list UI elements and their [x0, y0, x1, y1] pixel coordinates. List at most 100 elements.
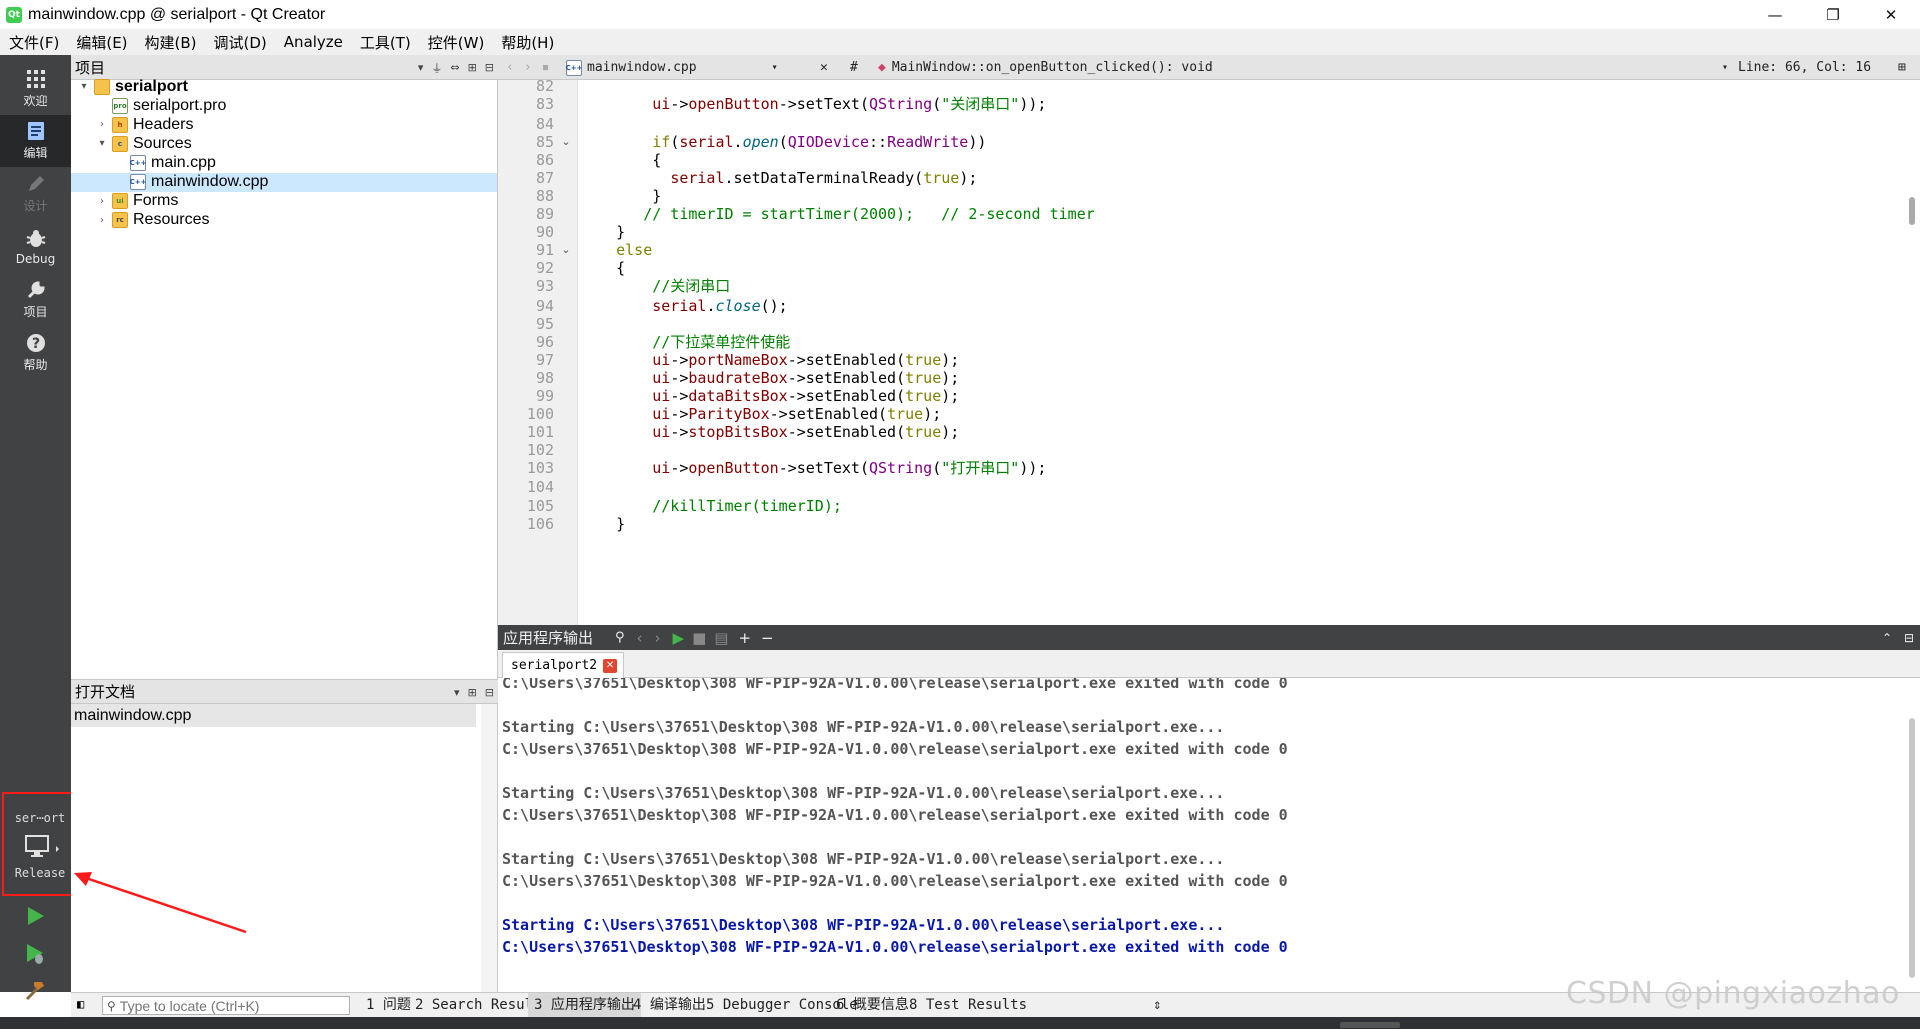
zoom-out-icon[interactable]: −: [761, 629, 774, 647]
tree-item-label: serialport: [115, 77, 188, 95]
dropdown-arrow-icon[interactable]: ▾: [454, 686, 460, 699]
menu-analyze[interactable]: Analyze: [275, 33, 351, 51]
folder-icon: ui: [112, 193, 128, 210]
tree-item[interactable]: › h Headers: [71, 115, 497, 134]
close-file-icon[interactable]: ✕: [820, 55, 828, 80]
code-text: }: [580, 513, 625, 535]
mode-label: 项目: [23, 305, 48, 319]
grid-icon: [26, 70, 45, 88]
menu-build[interactable]: 构建(B): [136, 32, 205, 53]
code-token: openButton: [688, 95, 779, 113]
mode-design[interactable]: 设计: [0, 168, 71, 220]
mode-help[interactable]: ? 帮助: [0, 327, 71, 379]
dropdown-arrow-icon[interactable]: ▾: [418, 61, 424, 74]
tree-item[interactable]: pro serialport.pro: [71, 96, 497, 115]
close-pane-icon[interactable]: ⊟: [1904, 631, 1914, 645]
code-token: ->setText(: [778, 459, 869, 477]
tree-item[interactable]: ▾ c Sources: [71, 134, 497, 153]
code-text: //关闭串口: [580, 275, 730, 297]
menu-edit[interactable]: 编辑(E): [67, 32, 135, 53]
back-arrow-icon[interactable]: ‹: [637, 629, 643, 647]
minimize-button[interactable]: —: [1746, 0, 1804, 29]
monitor-icon: [25, 835, 59, 857]
application-output[interactable]: C:\Users\37651\Desktop\308 WF-PIP-92A-V1…: [498, 678, 1920, 992]
qt-logo-icon: Qt: [6, 6, 22, 23]
scrollbar-thumb[interactable]: [1909, 197, 1915, 225]
expand-arrow-icon[interactable]: ▾: [95, 138, 109, 149]
mode-edit[interactable]: 编辑: [0, 115, 71, 167]
code-token: (: [932, 459, 942, 477]
forward-arrow-icon[interactable]: ›: [524, 60, 532, 75]
tree-item[interactable]: › ui Forms: [71, 192, 497, 211]
close-pane-icon[interactable]: ⊟: [485, 61, 494, 74]
tree-item-label: Resources: [133, 211, 210, 229]
scrollbar-thumb[interactable]: [1909, 718, 1915, 978]
mode-debug[interactable]: Debug: [0, 221, 71, 273]
forward-arrow-icon[interactable]: ›: [655, 629, 661, 647]
code-token: openButton: [688, 459, 779, 477]
filter-icon[interactable]: ⏚: [431, 60, 442, 76]
clear-icon[interactable]: ▤: [714, 629, 728, 647]
locator-input[interactable]: [119, 997, 340, 1014]
code-token: //关闭串口: [580, 277, 731, 295]
watermark: CSDN @pingxiaozhao: [1566, 976, 1900, 1011]
mode-projects[interactable]: 项目: [0, 274, 71, 326]
close-button[interactable]: ✕: [1862, 0, 1920, 29]
output-pane-button[interactable]: 8 Test Results: [903, 993, 1033, 1018]
stop-icon[interactable]: ■: [692, 629, 706, 647]
code-token: ui: [652, 459, 671, 477]
menu-file[interactable]: 文件(F): [0, 32, 67, 53]
build-button[interactable]: [18, 974, 52, 1006]
menu-debug[interactable]: 调试(D): [205, 32, 275, 53]
menu-help[interactable]: 帮助(H): [492, 32, 562, 53]
folder-icon: c: [112, 135, 128, 152]
back-arrow-icon[interactable]: ‹: [506, 60, 514, 75]
split-icon[interactable]: ⊞: [468, 61, 477, 74]
output-tab[interactable]: serialport2 ✕: [502, 652, 625, 678]
dropdown-arrow-icon[interactable]: ▾: [1722, 55, 1728, 80]
kit-selector[interactable]: ser⋯ort Release: [2, 792, 78, 896]
tree-item-label: Forms: [133, 192, 179, 210]
file-selector[interactable]: C++ mainwindow.cpp ▾: [566, 55, 778, 80]
split-icon[interactable]: ⊞: [1898, 55, 1906, 80]
code-editor[interactable]: 82 83 ui->openButton->setText(QString("关闭…: [498, 80, 1920, 625]
run-button[interactable]: [18, 900, 52, 932]
mode-welcome[interactable]: 欢迎: [0, 63, 71, 115]
symbol-selector[interactable]: ◆ MainWindow::on_openButton_clicked(): v…: [878, 55, 1213, 80]
tree-item[interactable]: C++ mainwindow.cpp: [71, 172, 497, 192]
expand-arrow-icon[interactable]: ›: [95, 196, 109, 207]
code-token: (: [932, 95, 942, 113]
debug-run-button[interactable]: [18, 938, 52, 970]
open-document-item[interactable]: mainwindow.cpp: [71, 704, 476, 727]
open-documents-list: mainwindow.cpp: [71, 704, 498, 992]
help-icon: ?: [26, 334, 45, 352]
menu-tools[interactable]: 工具(T): [351, 32, 419, 53]
nav-arrows: ‹ › ▪: [506, 55, 549, 80]
output-scrollbar[interactable]: [1904, 678, 1920, 992]
link-icon[interactable]: ⇔: [450, 61, 459, 74]
restore-button[interactable]: ❐: [1804, 0, 1862, 29]
scrollbar[interactable]: [481, 704, 497, 992]
cursor-position[interactable]: Line: 66, Col: 16: [1738, 55, 1871, 80]
menu-bar: 文件(F) 编辑(E) 构建(B) 调试(D) Analyze 工具(T) 控件…: [0, 29, 1920, 55]
zoom-in-icon[interactable]: +: [738, 629, 751, 647]
tree-item[interactable]: › rc Resources: [71, 211, 497, 230]
tree-item[interactable]: ▾ serialport: [71, 77, 497, 96]
locator[interactable]: ⚲: [102, 996, 350, 1015]
expand-arrow-icon[interactable]: ›: [95, 119, 109, 130]
expand-arrow-icon[interactable]: ▾: [77, 81, 91, 92]
maximize-pane-icon[interactable]: ⌃: [1882, 631, 1892, 645]
close-tab-icon[interactable]: ✕: [603, 658, 618, 673]
output-line: C:\Users\37651\Desktop\308 WF-PIP-92A-V1…: [502, 872, 1288, 890]
output-pane-button[interactable]: ⇕: [1147, 993, 1167, 1018]
editor-scrollbar[interactable]: [1904, 80, 1920, 625]
tree-item[interactable]: C++ main.cpp: [71, 153, 497, 172]
rerun-icon[interactable]: ▶: [673, 629, 685, 647]
output-pane-button[interactable]: 3 应用程序输出: [528, 993, 641, 1018]
close-pane-icon[interactable]: ⊟: [485, 686, 494, 699]
attach-icon[interactable]: ⚲: [615, 630, 625, 645]
split-icon[interactable]: ⊞: [468, 686, 477, 699]
toggle-sidebar-icon[interactable]: ◧: [77, 997, 84, 1011]
menu-widgets[interactable]: 控件(W): [419, 32, 493, 53]
expand-arrow-icon[interactable]: ›: [95, 215, 109, 226]
